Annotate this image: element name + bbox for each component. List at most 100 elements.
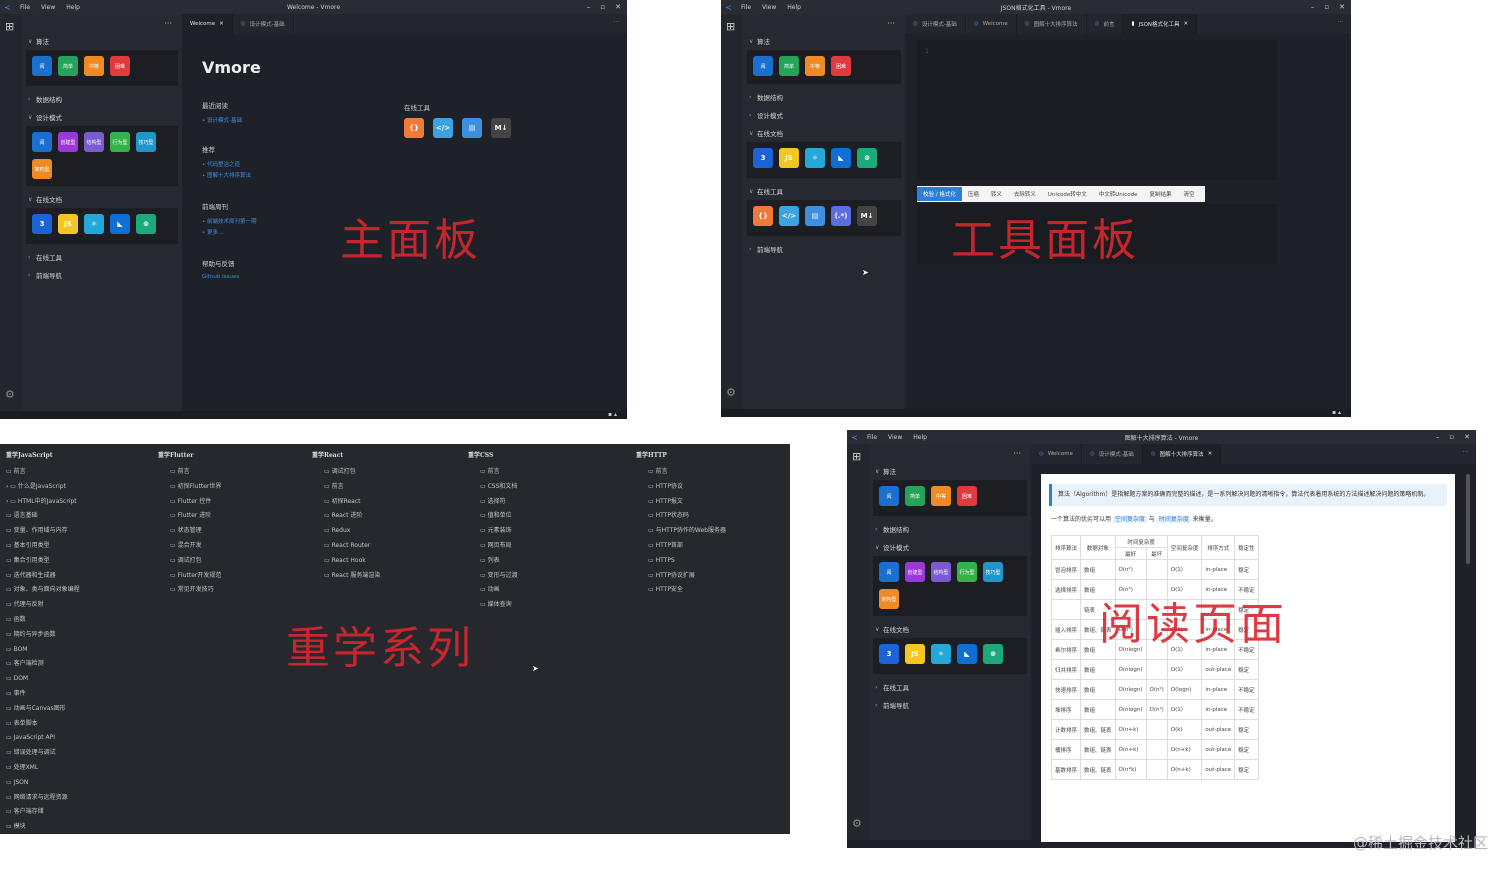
maximize-icon[interactable]: ▫ bbox=[1324, 3, 1329, 11]
category-button[interactable]: 阅 bbox=[879, 486, 899, 506]
section-ds[interactable]: › 数据结构 bbox=[743, 88, 905, 106]
unescape-button[interactable]: 去除转义 bbox=[1008, 187, 1042, 201]
react-icon[interactable]: ⚛ bbox=[84, 214, 104, 234]
tree-item[interactable]: ▭ JSON bbox=[6, 776, 80, 791]
tree-item[interactable]: ▭ 对象、类与面向对象编程 bbox=[6, 583, 80, 598]
category-button[interactable]: 行为型 bbox=[957, 562, 977, 582]
close-icon[interactable]: ✕ bbox=[1464, 433, 1470, 441]
minimize-icon[interactable]: – bbox=[587, 3, 591, 11]
category-button[interactable]: 创建型 bbox=[905, 562, 925, 582]
category-button[interactable]: 行为型 bbox=[110, 132, 130, 152]
doc-icon[interactable]: ▤ bbox=[805, 206, 825, 226]
tab-design[interactable]: ◎ 设计模式-基础 bbox=[1082, 444, 1143, 464]
markdown-icon[interactable]: M↓ bbox=[491, 118, 511, 138]
category-button[interactable]: 架构型 bbox=[32, 159, 52, 179]
validate-format-button[interactable]: 校验 / 格式化 bbox=[917, 187, 962, 201]
tree-item[interactable]: ▭ DOM bbox=[6, 672, 80, 687]
section-tools[interactable]: › 在线工具 bbox=[22, 248, 182, 266]
tree-item[interactable]: ▭ 调试打包 bbox=[312, 465, 380, 480]
apps-grid-icon[interactable]: ⊞ bbox=[852, 450, 861, 463]
menu-view[interactable]: View bbox=[762, 4, 776, 11]
bell-icon[interactable]: ▪ ▴ bbox=[608, 411, 617, 418]
js-icon[interactable]: JS bbox=[779, 148, 799, 168]
category-button[interactable]: 技巧型 bbox=[983, 562, 1003, 582]
section-docs[interactable]: ∨ 在线文档 bbox=[743, 124, 905, 142]
tree-item[interactable]: ▭ HTTP协议扩展 bbox=[636, 569, 726, 584]
tree-item[interactable]: ▭ 集合引用类型 bbox=[6, 554, 80, 569]
menu-view[interactable]: View bbox=[888, 434, 902, 441]
tree-item[interactable]: ▭ 函数 bbox=[6, 613, 80, 628]
tree-item[interactable]: ▭ 模块 bbox=[6, 820, 80, 834]
tree-item[interactable]: ▭ 客户端存储 bbox=[6, 805, 80, 820]
css3-icon[interactable]: 3 bbox=[879, 644, 899, 664]
tree-item[interactable]: ▭ React Router bbox=[312, 539, 380, 554]
tab-sorting[interactable]: ◎ 图解十大排序算法 ✕ bbox=[1142, 444, 1222, 464]
tree-item[interactable]: ▭ 变形与过渡 bbox=[468, 569, 518, 584]
category-button[interactable]: 技巧型 bbox=[136, 132, 156, 152]
compress-button[interactable]: 压缩 bbox=[962, 187, 985, 201]
tab-json[interactable]: ▮ JSON格式化工具 ✕ bbox=[1123, 14, 1198, 34]
section-nav[interactable]: › 前端导航 bbox=[22, 266, 182, 284]
tree-item[interactable]: ▭ 值和单位 bbox=[468, 509, 518, 524]
tree-item[interactable]: ▭ Redux bbox=[312, 524, 380, 539]
tree-item[interactable]: ▭ React Hook bbox=[312, 554, 380, 569]
tree-item[interactable]: ▭ 前言 bbox=[312, 480, 380, 495]
time-complexity-link[interactable]: 时间复杂度 bbox=[1156, 516, 1191, 523]
menu-file[interactable]: File bbox=[867, 434, 877, 441]
section-design[interactable]: ∨ 设计模式 bbox=[869, 538, 1031, 556]
tree-item[interactable]: ▭ 代理与反射 bbox=[6, 598, 80, 613]
css3-icon[interactable]: 3 bbox=[32, 214, 52, 234]
category-button[interactable]: 结构型 bbox=[931, 562, 951, 582]
category-button[interactable]: 中等 bbox=[931, 486, 951, 506]
tree-item[interactable]: ▭ 选择符 bbox=[468, 495, 518, 510]
category-button[interactable]: 阅 bbox=[753, 56, 773, 76]
section-tools[interactable]: ∨ 在线工具 bbox=[743, 182, 905, 200]
section-ds[interactable]: › 数据结构 bbox=[22, 90, 182, 108]
tab-design[interactable]: ◎ 设计模式-基础 bbox=[233, 14, 294, 34]
category-button[interactable]: 架构型 bbox=[879, 589, 899, 609]
tree-item[interactable]: ▭ 变量、作用域与内存 bbox=[6, 524, 80, 539]
tree-item[interactable]: ▭ 动画 bbox=[468, 583, 518, 598]
tree-item[interactable]: ▭ 状态管理 bbox=[158, 524, 221, 539]
chinese-to-unicode-button[interactable]: 中文转Unicode bbox=[1093, 187, 1144, 201]
tree-item[interactable]: ▭ React 进阶 bbox=[312, 509, 380, 524]
tree-item[interactable]: ▭ 错误处理与调试 bbox=[6, 746, 80, 761]
code-icon[interactable]: </> bbox=[433, 118, 453, 138]
more-icon[interactable]: ··· bbox=[22, 14, 182, 32]
tree-item[interactable]: ▭ HTTP协议 bbox=[636, 480, 726, 495]
tree-item[interactable]: ▭ 基本引用类型 bbox=[6, 539, 80, 554]
section-tools[interactable]: › 在线工具 bbox=[869, 678, 1031, 696]
close-icon[interactable]: ✕ bbox=[1208, 451, 1213, 457]
tree-item[interactable]: ▭ 表单脚本 bbox=[6, 717, 80, 732]
tree-item[interactable]: ▭ Flutter 进阶 bbox=[158, 509, 221, 524]
category-button[interactable]: 困难 bbox=[831, 56, 851, 76]
tree-item[interactable]: › ▭ HTML中的JavaScript bbox=[6, 495, 80, 510]
close-icon[interactable]: ✕ bbox=[219, 21, 224, 27]
section-design[interactable]: ∨ 设计模式 bbox=[22, 108, 182, 126]
tree-item[interactable]: ▭ 列表 bbox=[468, 554, 518, 569]
tree-item[interactable]: ▭ HTTP首部 bbox=[636, 539, 726, 554]
tree-item[interactable]: ▭ 与HTTP协作的Web服务器 bbox=[636, 524, 726, 539]
tree-item[interactable]: ▭ BOM bbox=[6, 643, 80, 658]
tree-item[interactable]: ▭ 语言基础 bbox=[6, 509, 80, 524]
flutter-icon[interactable]: ◣ bbox=[110, 214, 130, 234]
tree-item[interactable]: ▭ HTTP状态码 bbox=[636, 509, 726, 524]
tree-item[interactable]: ▭ 初探Flutter世界 bbox=[158, 480, 221, 495]
tree-item[interactable]: ▭ 期约与异步函数 bbox=[6, 628, 80, 643]
more-icon[interactable]: ··· bbox=[1338, 19, 1343, 25]
copy-result-button[interactable]: 复制结果 bbox=[1144, 187, 1178, 201]
minimize-icon[interactable]: – bbox=[1311, 3, 1315, 11]
tree-item[interactable]: ▭ Flutter 控件 bbox=[158, 495, 221, 510]
more-icon[interactable]: ··· bbox=[614, 19, 619, 25]
section-algo[interactable]: ∨ 算法 bbox=[743, 32, 905, 50]
close-icon[interactable]: ✕ bbox=[1339, 3, 1345, 11]
tree-item[interactable]: ▭ 网络请求与远程资源 bbox=[6, 791, 80, 806]
apps-grid-icon[interactable]: ⊞ bbox=[726, 20, 735, 33]
category-button[interactable]: 简单 bbox=[779, 56, 799, 76]
gear-icon[interactable]: ⚙ bbox=[5, 388, 15, 401]
json-icon[interactable]: {} bbox=[404, 118, 424, 138]
section-nav[interactable]: › 前端导航 bbox=[869, 696, 1031, 714]
section-nav[interactable]: › 前端导航 bbox=[743, 240, 905, 258]
bell-icon[interactable]: ▪ ▴ bbox=[1332, 409, 1341, 416]
section-algo[interactable]: ∨ 算法 bbox=[869, 462, 1031, 480]
